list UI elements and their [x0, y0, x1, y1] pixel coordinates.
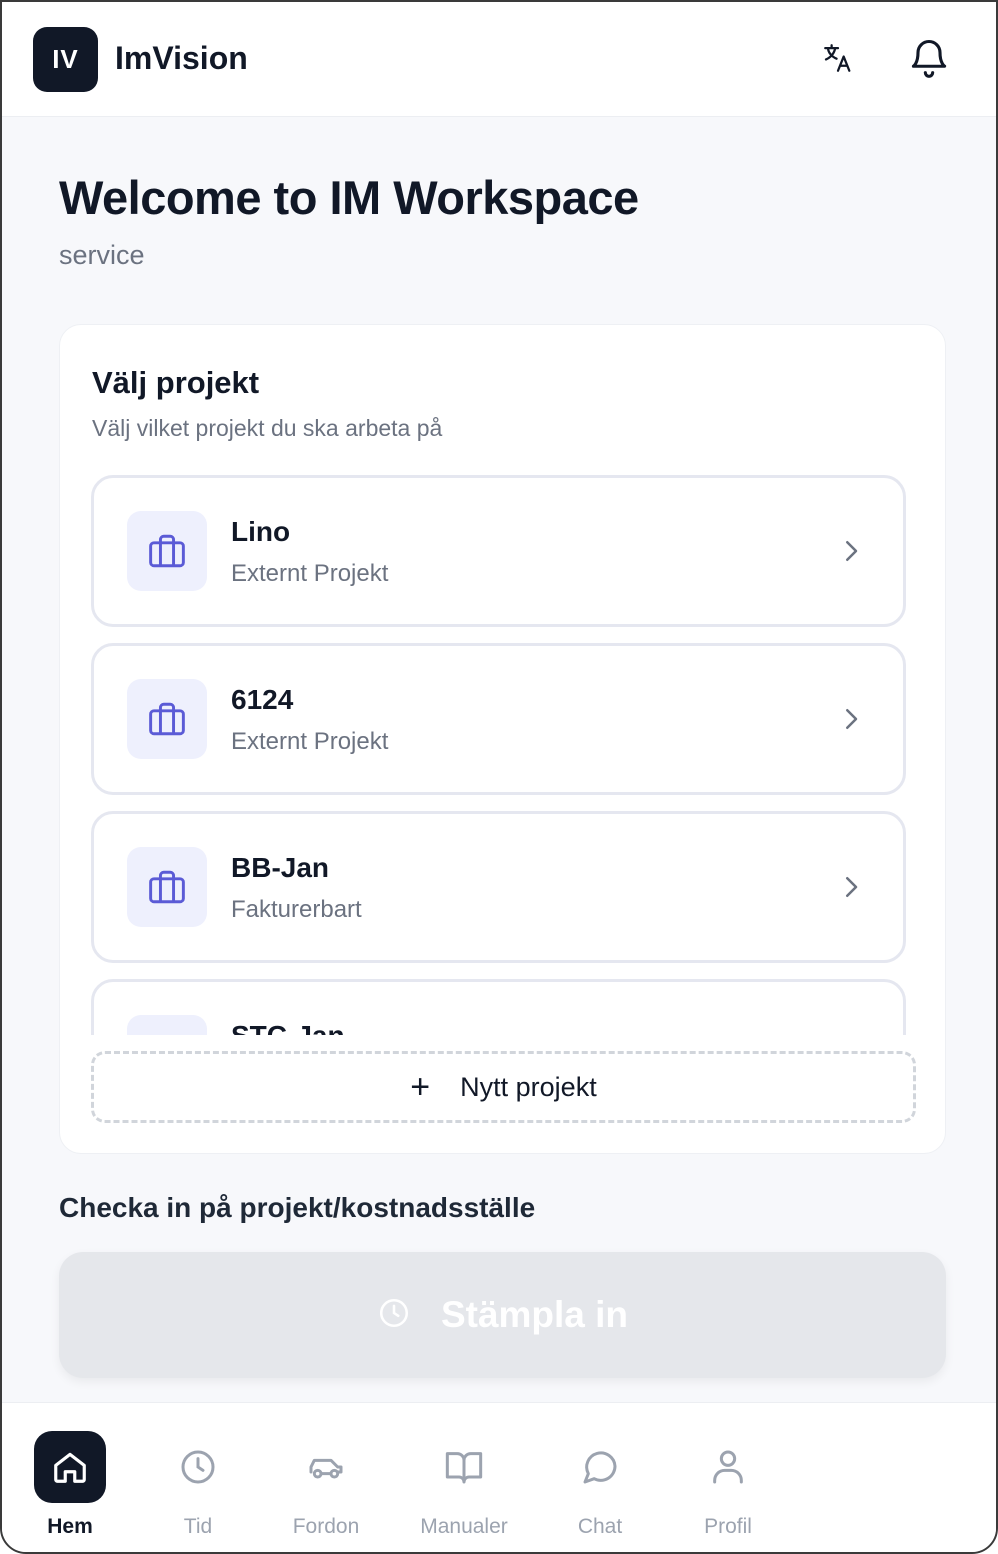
app-logo[interactable]: IV — [33, 27, 98, 92]
nav-item-chat[interactable]: Chat — [540, 1403, 660, 1552]
stamp-in-button[interactable]: Stämpla in — [59, 1252, 946, 1378]
nav-label: Hem — [47, 1515, 93, 1538]
new-project-button[interactable]: + Nytt projekt — [91, 1051, 916, 1123]
project-name: BB-Jan — [231, 852, 330, 883]
project-item[interactable]: 6124 Externt Projekt — [91, 643, 906, 795]
project-name: 6124 — [231, 684, 294, 715]
project-type: Fakturerbart — [231, 896, 362, 923]
project-item[interactable]: BB-Jan Fakturerbart — [91, 811, 906, 963]
clock-icon — [377, 1296, 411, 1335]
project-name: STC-Jan — [231, 1020, 345, 1035]
app-name: ImVision — [115, 40, 248, 76]
briefcase-icon — [127, 1015, 207, 1035]
clock-icon — [162, 1431, 234, 1503]
project-list[interactable]: Lino Externt Projekt 6124 Externt Projek… — [91, 475, 909, 1035]
nav-item-tid[interactable]: Tid — [138, 1403, 258, 1552]
bottom-nav: Hem Tid Fordon Manualer Chat Profil — [2, 1402, 996, 1552]
project-name: Lino — [231, 516, 291, 547]
project-type: Externt Projekt — [231, 560, 389, 587]
bell-icon[interactable] — [907, 36, 951, 80]
translate-icon[interactable] — [816, 36, 860, 80]
card-subtitle: Välj vilket projekt du ska arbeta på — [92, 415, 443, 441]
app-frame: IV ImVision Welcome to IM Workspace serv… — [0, 0, 998, 1554]
nav-label: Profil — [704, 1515, 752, 1538]
checkin-title: Checka in på projekt/kostnadsställe — [59, 1192, 536, 1223]
project-item[interactable]: Lino Externt Projekt — [91, 475, 906, 627]
briefcase-icon — [127, 679, 207, 759]
user-icon — [692, 1431, 764, 1503]
nav-label: Tid — [183, 1515, 213, 1538]
project-select-card: Välj projekt Välj vilket projekt du ska … — [59, 324, 946, 1154]
car-icon — [290, 1431, 362, 1503]
page-title: Welcome to IM Workspace — [59, 171, 639, 224]
briefcase-icon — [127, 511, 207, 591]
chevron-right-icon — [836, 704, 866, 734]
main-content: Welcome to IM Workspace service Välj pro… — [26, 118, 978, 1402]
project-item[interactable]: STC-Jan — [91, 979, 906, 1035]
nav-item-profil[interactable]: Profil — [668, 1403, 788, 1552]
nav-label: Fordon — [292, 1515, 360, 1538]
home-icon — [34, 1431, 106, 1503]
plus-icon: + — [410, 1068, 431, 1106]
chevron-right-icon — [836, 872, 866, 902]
briefcase-icon — [127, 847, 207, 927]
top-header: IV ImVision — [2, 2, 996, 117]
book-icon — [428, 1431, 500, 1503]
chevron-right-icon — [836, 536, 866, 566]
nav-item-hem[interactable]: Hem — [10, 1403, 130, 1552]
nav-item-fordon[interactable]: Fordon — [266, 1403, 386, 1552]
page-subtitle: service — [59, 240, 145, 270]
new-project-label: Nytt projekt — [460, 1071, 597, 1102]
card-title: Välj projekt — [92, 365, 260, 400]
nav-label: Manualer — [420, 1515, 508, 1538]
chat-icon — [564, 1431, 636, 1503]
nav-label: Chat — [577, 1515, 623, 1538]
project-type: Externt Projekt — [231, 728, 389, 755]
stamp-in-label: Stämpla in — [440, 1294, 629, 1335]
nav-item-manualer[interactable]: Manualer — [404, 1403, 524, 1552]
